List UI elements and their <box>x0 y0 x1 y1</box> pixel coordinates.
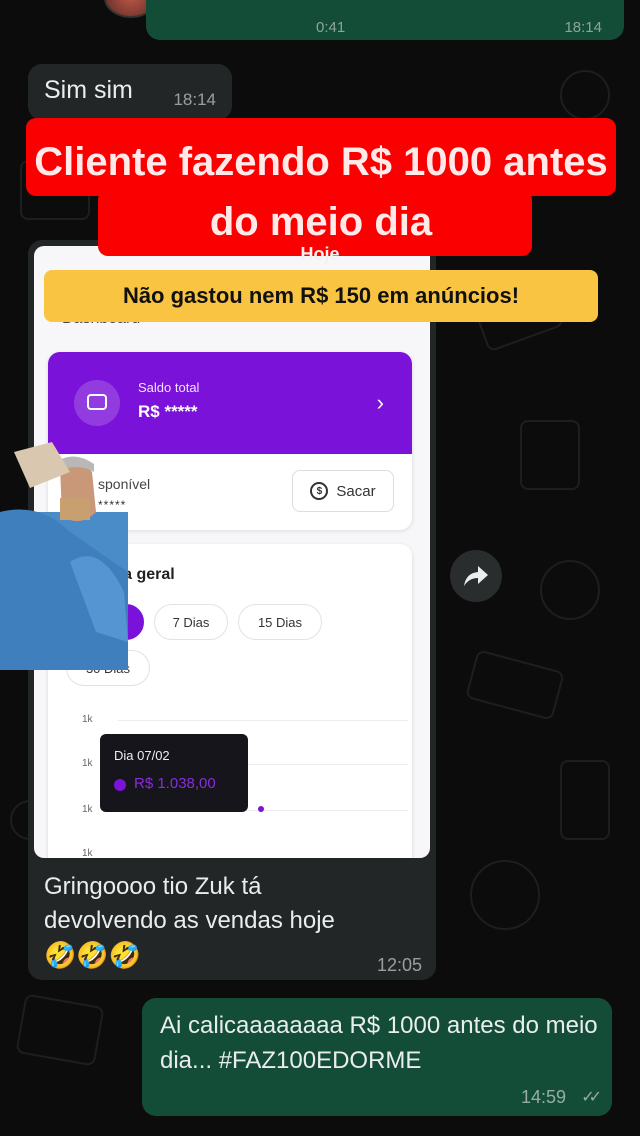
outgoing-message-bubble[interactable]: Ai calicaaaaaaaa R$ 1000 antes do meio d… <box>142 998 612 1116</box>
headline-text: Cliente fazendo R$ 1000 antes do meio di… <box>34 140 608 244</box>
caption-line-2: devolvendo as vendas hoje <box>44 907 335 934</box>
message-time: 18:14 <box>173 90 216 109</box>
message-text: Sim sim <box>44 76 133 104</box>
chip-15-days[interactable]: 15 Dias <box>238 604 322 640</box>
gridline <box>118 720 408 721</box>
series-dot-icon <box>114 779 126 791</box>
balance-label: Saldo total <box>138 380 200 395</box>
y-tick: 1k <box>82 758 93 769</box>
previous-message-time-right: 18:14 <box>564 19 602 36</box>
image-caption: Gringoooo tio Zuk tá devolvendo as venda… <box>44 870 424 972</box>
dollar-coin-icon: $ <box>310 482 329 500</box>
y-tick: 1k <box>82 848 93 858</box>
date-divider: Hoje <box>300 244 340 264</box>
message-time: 12:05 <box>376 955 422 975</box>
subtitle-banner: Não gastou nem R$ 150 em anúncios! <box>44 270 598 322</box>
chart-tooltip: Dia 07/02 R$ 1.038,00 <box>100 734 248 812</box>
y-tick: 1k <box>82 804 93 815</box>
read-receipt-icon: ✓✓ <box>581 1089 602 1106</box>
laughing-emoji: 🤣🤣🤣 <box>44 940 142 970</box>
caption-line-1: Gringoooo tio Zuk tá <box>44 873 262 900</box>
person-cutout-image <box>0 442 128 670</box>
wallet-icon <box>74 380 120 426</box>
incoming-message-bubble[interactable]: Sim sim 18:14 <box>28 64 232 120</box>
y-tick: 1k <box>82 714 93 725</box>
forward-arrow-icon <box>464 566 488 586</box>
chevron-right-icon[interactable]: › <box>377 390 384 416</box>
message-text: Ai calicaaaaaaaa R$ 1000 antes do meio d… <box>160 1012 598 1074</box>
balance-value: R$ ***** <box>138 402 198 421</box>
forward-button[interactable] <box>450 550 502 602</box>
previous-outgoing-bubble: 0:41 18:14 <box>146 0 624 40</box>
chart-point[interactable] <box>258 806 264 812</box>
previous-message-time: 0:41 <box>316 19 346 36</box>
message-time: 14:59 <box>520 1087 566 1107</box>
balance-header[interactable]: Saldo total R$ ***** › <box>48 352 412 454</box>
withdraw-button[interactable]: $ Sacar <box>292 470 394 512</box>
chip-7-days[interactable]: 7 Dias <box>154 604 228 640</box>
tooltip-value: R$ 1.038,00 <box>134 775 216 792</box>
tooltip-day: Dia 07/02 <box>114 748 170 763</box>
withdraw-label: Sacar <box>336 482 376 500</box>
